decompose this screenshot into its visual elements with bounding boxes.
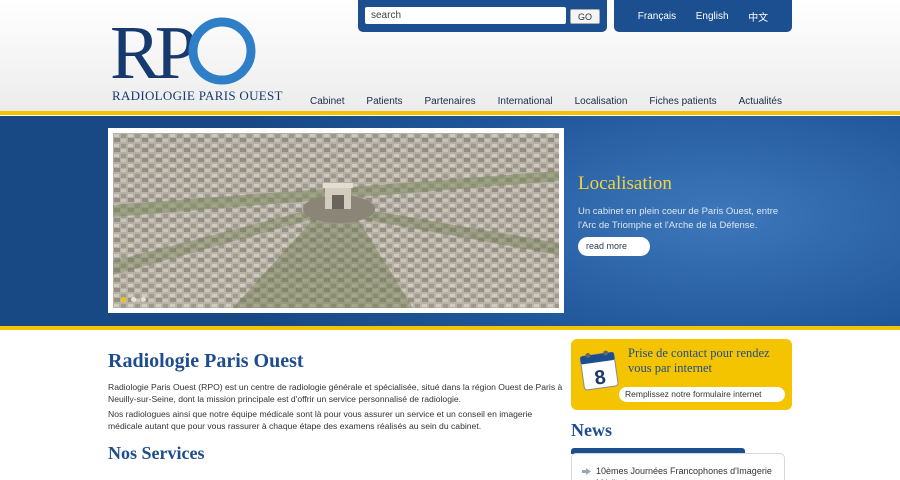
hero-banner: Localisation Un cabinet en plein coeur d…: [0, 116, 900, 327]
search-input[interactable]: [365, 7, 566, 24]
calendar-icon: 8: [579, 350, 619, 391]
services-title: Nos Services: [108, 443, 205, 463]
contact-title: Prise de contact pour rendez vous par in…: [628, 346, 770, 375]
rpo-logo[interactable]: RP RADIOLOGIE PARIS OUEST: [110, 14, 282, 106]
language-selector: Français English 中文: [614, 0, 792, 32]
slider-dots: [121, 297, 146, 302]
nav-international[interactable]: International: [488, 96, 563, 107]
bullet-arrow-icon: [582, 468, 591, 475]
news-title: News: [571, 420, 612, 440]
main-nav: Cabinet Patients Partenaires Internation…: [300, 96, 792, 107]
intro-paragraph: Radiologie Paris Ouest (RPO) est un cent…: [108, 382, 563, 404]
team-paragraph: Nos radiologues ainsi que notre équipe m…: [108, 409, 533, 431]
news-list: 10èmes Journées Francophones d'Imagerie …: [571, 453, 785, 480]
nav-localisation[interactable]: Localisation: [565, 96, 638, 107]
rpo-logo-mark: RP: [110, 14, 256, 86]
lang-chinese[interactable]: 中文: [748, 9, 768, 24]
nav-actualites[interactable]: Actualités: [729, 96, 792, 107]
contact-form-link[interactable]: Remplissez notre formulaire internet: [619, 387, 785, 402]
logo-text: RADIOLOGIE PARIS OUEST: [112, 88, 283, 103]
slider-dot-1[interactable]: [121, 297, 126, 302]
read-more-button[interactable]: read more: [578, 237, 650, 256]
search-box: GO: [358, 0, 607, 32]
banner-divider: [0, 326, 900, 330]
header-divider: [0, 111, 900, 115]
hero-photo-frame: [108, 128, 564, 313]
page-title: Radiologie Paris Ouest: [108, 350, 304, 372]
news-item[interactable]: 10èmes Journées Francophones d'Imagerie …: [596, 465, 781, 480]
nav-patients[interactable]: Patients: [356, 96, 412, 107]
contact-box[interactable]: 8 Prise de contact pour rendez vous par …: [571, 339, 792, 410]
lang-francais[interactable]: Français: [638, 11, 676, 22]
lang-english[interactable]: English: [696, 11, 729, 22]
nav-cabinet[interactable]: Cabinet: [300, 96, 354, 107]
paris-aerial-photo: [113, 133, 559, 308]
slider-dot-3[interactable]: [141, 297, 146, 302]
nav-partenaires[interactable]: Partenaires: [415, 96, 486, 107]
banner-title: Localisation: [578, 173, 672, 194]
nav-fiches-patients[interactable]: Fiches patients: [639, 96, 726, 107]
svg-text:RP: RP: [110, 14, 195, 86]
banner-description: Un cabinet en plein coeur de Paris Ouest…: [578, 206, 779, 231]
site-header: RP RADIOLOGIE PARIS OUEST GO Français En…: [0, 0, 900, 112]
slider-dot-2[interactable]: [131, 297, 136, 302]
search-go-button[interactable]: GO: [570, 9, 600, 24]
